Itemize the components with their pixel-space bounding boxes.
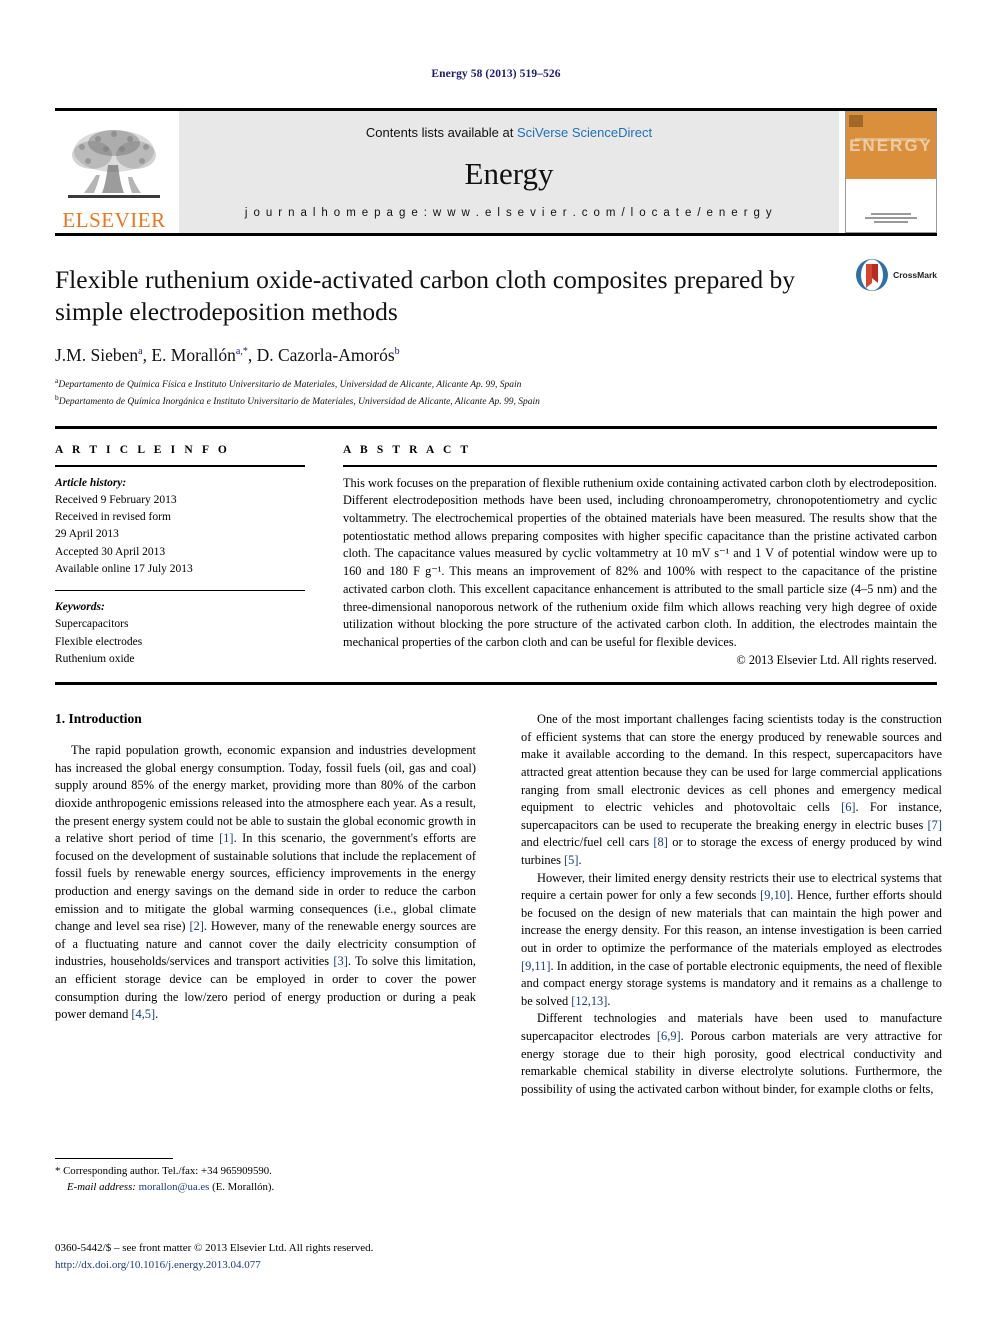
citation-ref[interactable]: [6,9] xyxy=(657,1029,681,1043)
crossmark-label: CrossMark xyxy=(893,270,937,280)
cover-bottom-panel xyxy=(846,179,936,232)
citation-ref[interactable]: [3] xyxy=(333,954,347,968)
divider xyxy=(55,590,305,592)
email-note: E-mail address: morallon@ua.es (E. Moral… xyxy=(55,1180,476,1196)
history-line: Received in revised form xyxy=(55,511,171,524)
affiliations: aDepartamento de Química Física e Instit… xyxy=(55,376,937,410)
cover-publisher-mark xyxy=(863,211,919,225)
affiliation-b-text: Departamento de Química Inorgánica e Ins… xyxy=(58,396,540,407)
abstract-column: A B S T R A C T This work focuses on the… xyxy=(343,444,937,669)
keyword-item: Ruthenium oxide xyxy=(55,652,135,665)
elsevier-tree-icon xyxy=(68,130,160,198)
journal-title: Energy xyxy=(464,156,554,191)
cover-journal-title: ENERGY xyxy=(849,136,933,156)
article-info-heading: A R T I C L E I N F O xyxy=(55,443,230,456)
page-title: Flexible ruthenium oxide-activated carbo… xyxy=(55,265,795,326)
affiliation-a-text: Departamento de Química Física e Institu… xyxy=(58,379,522,390)
issn-block: 0360-5442/$ – see front matter © 2013 El… xyxy=(55,1240,515,1273)
citation-ref[interactable]: [2] xyxy=(189,919,203,933)
paragraph: Different technologies and materials hav… xyxy=(521,1011,943,1096)
history-line: Received 9 February 2013 xyxy=(55,493,177,506)
cover-top-panel: ENERGY xyxy=(846,112,936,197)
body-columns: 1. Introduction The rapid population gro… xyxy=(55,682,942,1098)
keyword-item: Flexible electrodes xyxy=(55,635,143,648)
journal-homepage-line: j o u r n a l h o m e p a g e : w w w . … xyxy=(244,207,774,219)
paragraph: The rapid population growth, economic ex… xyxy=(55,743,476,1022)
abstract-text: This work focuses on the preparation of … xyxy=(343,475,937,649)
history-line: Accepted 30 April 2013 xyxy=(55,545,166,558)
title-block: Flexible ruthenium oxide-activated carbo… xyxy=(55,233,937,410)
section-heading-introduction: 1. Introduction xyxy=(55,711,142,727)
footnote-divider xyxy=(55,1158,173,1159)
affiliation-a: aDepartamento de Química Física e Instit… xyxy=(55,375,522,390)
email-label: E-mail address: xyxy=(67,1180,136,1193)
journal-masthead: ELSEVIER Contents lists available at Sci… xyxy=(55,108,937,233)
divider xyxy=(343,464,937,467)
article-history-label: Article history: xyxy=(55,476,127,489)
doi-link[interactable]: http://dx.doi.org/10.1016/j.energy.2013.… xyxy=(55,1259,261,1271)
body-column-right: One of the most important challenges fac… xyxy=(521,711,942,1098)
sciencedirect-link[interactable]: SciVerse ScienceDirect xyxy=(517,125,652,140)
citation-ref[interactable]: [6] xyxy=(841,800,855,814)
citation-ref[interactable]: [12,13] xyxy=(571,994,607,1008)
article-page: Energy 58 (2013) 519–526 ELSEVIER Conten… xyxy=(0,0,992,1323)
citation-ref[interactable]: [9,11] xyxy=(521,959,550,973)
body-column-left: 1. Introduction The rapid population gro… xyxy=(55,711,476,1098)
citation-ref[interactable]: [5] xyxy=(564,853,578,867)
running-head: Energy 58 (2013) 519–526 xyxy=(431,68,561,80)
email-link[interactable]: morallon@ua.es xyxy=(139,1181,210,1193)
elsevier-logo: ELSEVIER xyxy=(55,111,173,233)
affiliation-b: bDepartamento de Química Inorgánica e In… xyxy=(55,392,540,407)
keywords-label: Keywords: xyxy=(55,601,105,614)
contents-list-line: Contents lists available at SciVerse Sci… xyxy=(366,125,652,140)
citation-ref[interactable]: [8] xyxy=(653,835,667,849)
abstract-heading: A B S T R A C T xyxy=(343,443,472,456)
info-abstract-section: A R T I C L E I N F O Article history: R… xyxy=(55,425,937,669)
crossmark-badge[interactable]: CrossMark xyxy=(855,258,937,292)
paragraph: However, their limited energy density re… xyxy=(521,870,942,1008)
paragraph: One of the most important challenges fac… xyxy=(521,712,942,867)
journal-cover-thumbnail: ENERGY xyxy=(845,111,937,233)
author-list: J.M. Siebena, E. Morallóna,*, D. Cazorla… xyxy=(55,344,400,365)
crossmark-icon xyxy=(856,259,889,291)
contents-prefix: Contents lists available at xyxy=(365,125,517,140)
footnote-block: * Corresponding author. Tel./fax: +34 96… xyxy=(55,1158,476,1195)
citation-ref[interactable]: [1] xyxy=(219,831,233,845)
keyword-item: Supercapacitors xyxy=(55,618,129,631)
history-line: 29 April 2013 xyxy=(55,528,119,541)
citation-ref[interactable]: [7] xyxy=(928,818,942,832)
elsevier-wordmark: ELSEVIER xyxy=(62,208,166,232)
abstract-copyright: © 2013 Elsevier Ltd. All rights reserved… xyxy=(736,652,937,667)
history-line: Available online 17 July 2013 xyxy=(55,562,193,575)
citation-ref[interactable]: [4,5] xyxy=(131,1007,155,1021)
corresponding-author-note: * Corresponding author. Tel./fax: +34 96… xyxy=(55,1165,272,1177)
front-matter-line: 0360-5442/$ – see front matter © 2013 El… xyxy=(55,1242,374,1254)
citation-ref[interactable]: [9,10] xyxy=(760,888,790,902)
masthead-center-panel: Contents lists available at SciVerse Sci… xyxy=(179,111,839,233)
email-owner: (E. Morallón). xyxy=(212,1180,275,1193)
divider xyxy=(55,464,305,467)
article-info-column: A R T I C L E I N F O Article history: R… xyxy=(55,444,305,669)
